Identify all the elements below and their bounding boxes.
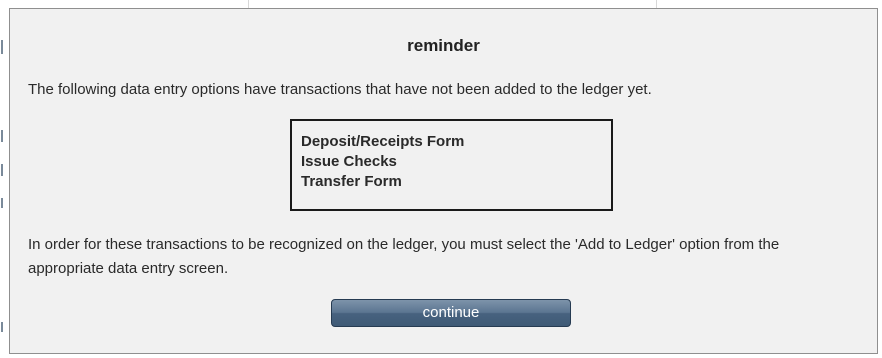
- pending-options-box: Deposit/Receipts Form Issue Checks Trans…: [290, 119, 613, 211]
- background-fragment: [1, 40, 3, 54]
- pending-option-deposit-receipts: Deposit/Receipts Form: [301, 133, 465, 150]
- pending-option-issue-checks: Issue Checks: [301, 153, 397, 170]
- dialog-title: reminder: [407, 36, 480, 55]
- background-divider: [656, 0, 657, 8]
- intro-message: The following data entry options have tr…: [28, 81, 652, 98]
- background-fragment: [1, 130, 3, 142]
- continue-button[interactable]: continue: [331, 299, 571, 327]
- pending-option-transfer: Transfer Form: [301, 173, 402, 190]
- background-fragment: [1, 198, 3, 208]
- reminder-dialog: reminder The following data entry option…: [9, 8, 878, 354]
- background-fragment: [1, 322, 3, 332]
- instruction-message: In order for these transactions to be re…: [28, 236, 780, 277]
- background-divider: [248, 0, 249, 8]
- background-fragment: [1, 164, 3, 176]
